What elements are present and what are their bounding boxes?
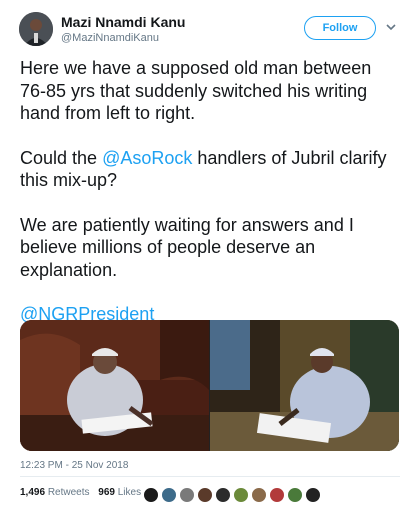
tweet-paragraph: Here we have a supposed old man between …	[20, 57, 400, 125]
follow-button[interactable]: Follow	[304, 16, 376, 40]
liker-avatar[interactable]	[179, 487, 195, 503]
chevron-down-icon[interactable]	[384, 20, 398, 34]
liker-avatar[interactable]	[287, 487, 303, 503]
media-grid	[20, 320, 399, 451]
tweet-stats: 1,496 Retweets 969 Likes	[20, 487, 147, 503]
tweet-paragraph: Could the @AsoRock handlers of Jubril cl…	[20, 147, 400, 192]
liker-avatar[interactable]	[251, 487, 267, 503]
tweet-card: Mazi Nnamdi Kanu @MaziNnamdiKanu Follow …	[0, 0, 415, 510]
retweets-label: Retweets	[47, 487, 90, 498]
liker-avatar[interactable]	[197, 487, 213, 503]
author-handle[interactable]: @MaziNnamdiKanu	[61, 31, 185, 46]
liker-avatar[interactable]	[233, 487, 249, 503]
liker-avatar[interactable]	[305, 487, 321, 503]
tweet-text: Here we have a supposed old man between …	[20, 57, 400, 326]
avatar[interactable]	[19, 12, 53, 46]
tweet-paragraph-text: Here we have a supposed old man between …	[20, 58, 372, 123]
author-display-name[interactable]: Mazi Nnamdi Kanu	[61, 14, 185, 31]
liker-avatar[interactable]	[215, 487, 231, 503]
photo-signing-left[interactable]	[20, 320, 209, 451]
mention-link-asorock[interactable]: @AsoRock	[102, 148, 192, 168]
retweets-count: 1,496	[20, 487, 46, 498]
tweet-header: Mazi Nnamdi Kanu @MaziNnamdiKanu Follow	[14, 12, 404, 48]
liker-avatar[interactable]	[269, 487, 285, 503]
liker-avatar[interactable]	[143, 487, 159, 503]
tweet-paragraph-text: We are patiently waiting for answers and…	[20, 214, 354, 280]
likes-label: Likes	[117, 487, 142, 498]
tweet-timestamp[interactable]: 12:23 PM - 25 Nov 2018	[20, 460, 128, 471]
divider	[20, 476, 400, 477]
liker-avatar[interactable]	[161, 487, 177, 503]
author-names: Mazi Nnamdi Kanu @MaziNnamdiKanu	[61, 14, 185, 46]
retweets-stat[interactable]: 1,496 Retweets	[20, 487, 90, 498]
likers-facepile	[143, 487, 323, 503]
likes-stat[interactable]: 969 Likes	[98, 487, 141, 498]
photo-signing-right[interactable]	[210, 320, 399, 451]
tweet-text-segment: Could the	[20, 147, 103, 168]
likes-count: 969	[98, 487, 115, 498]
tweet-paragraph: We are patiently waiting for answers and…	[20, 214, 400, 282]
